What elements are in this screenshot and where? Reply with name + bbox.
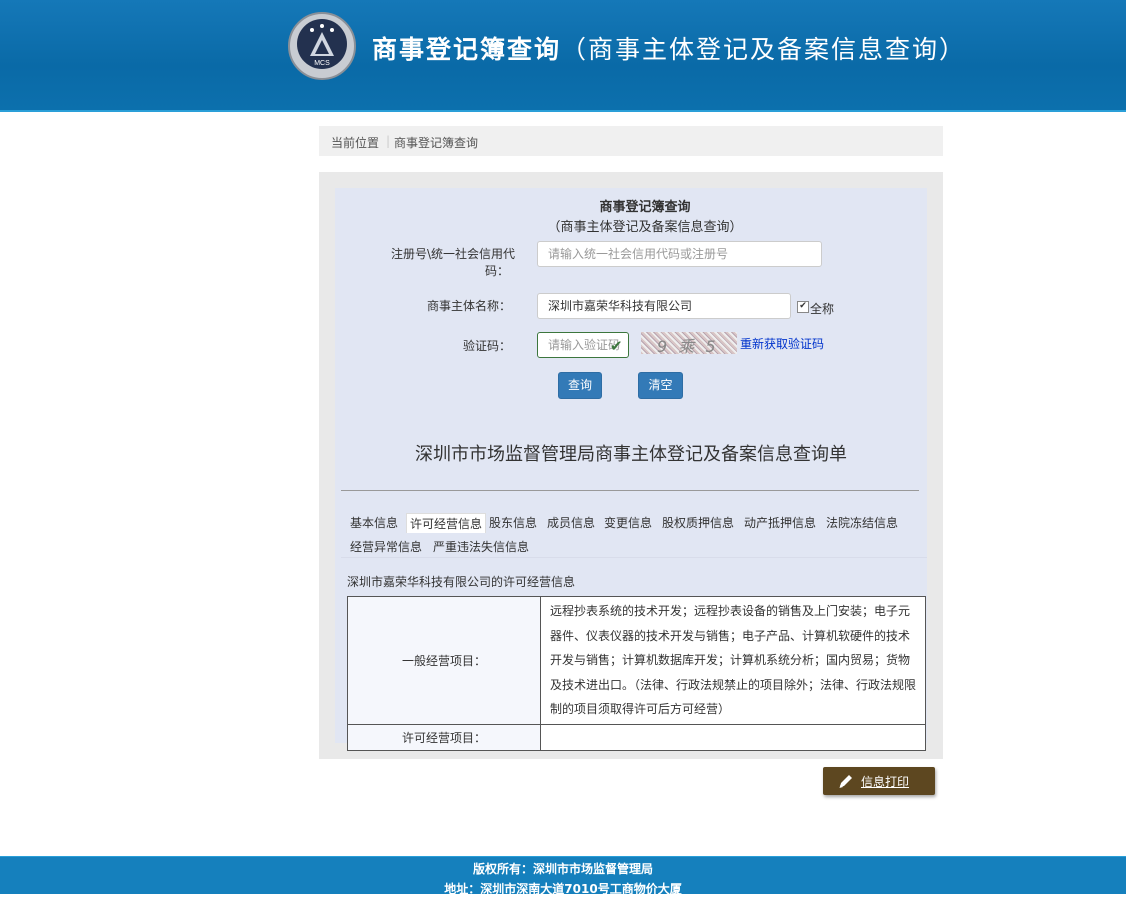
form-subtitle: （商事主体登记及备案信息查询）: [547, 220, 743, 235]
query-button[interactable]: 查询: [558, 372, 602, 399]
section-heading: 深圳市嘉荣华科技有限公司的许可经营信息: [347, 575, 576, 589]
footer-address: 地址：深圳市深南大道7010号工商物价大厦: [444, 882, 682, 896]
name-label: 商事主体名称：: [426, 299, 511, 313]
check-valid-icon: ✔: [610, 337, 623, 355]
pencil-icon: [839, 775, 852, 788]
site-header: MCS 商事登记簿查询（商事主体登记及备案信息查询）: [0, 0, 1126, 112]
tab-member-info[interactable]: 成员信息: [547, 514, 595, 531]
logo-emblem-icon: MCS: [288, 12, 356, 80]
site-title-main: 商事登记簿查询: [372, 35, 562, 64]
breadcrumb-label: 当前位置: [331, 136, 380, 150]
general-scope-value: 远程抄表系统的技术开发；远程抄表设备的销售及上门安装；电子元器件、仪表仪器的技术…: [540, 596, 926, 725]
regno-label: 注册号\统一社会信用代 码：: [390, 247, 515, 278]
tab-equity-pledge-info[interactable]: 股权质押信息: [662, 514, 734, 531]
site-title-sub: （商事主体登记及备案信息查询）: [561, 35, 967, 64]
licensed-scope-label: 许可经营项目：: [347, 723, 541, 751]
tab-underline: [341, 557, 927, 558]
company-name-input[interactable]: 深圳市嘉荣华科技有限公司: [537, 293, 791, 319]
general-scope-label: 一般经营项目：: [347, 596, 541, 725]
breadcrumb: 当前位置 | 商事登记簿查询: [319, 126, 943, 156]
captcha-image[interactable]: 9 乘 5 = ?: [641, 332, 737, 354]
tab-serious-violation-info[interactable]: 严重违法失信信息: [433, 538, 529, 555]
captcha-label: 验证码：: [462, 339, 511, 353]
tab-chattel-mortgage-info[interactable]: 动产抵押信息: [744, 514, 816, 531]
refresh-captcha-link[interactable]: 重新获取验证码: [740, 335, 824, 352]
site-footer: 版权所有：深圳市市场监督管理局 地址：深圳市深南大道7010号工商物价大厦: [0, 856, 1126, 896]
breadcrumb-current[interactable]: 商事登记簿查询: [394, 134, 478, 151]
tab-license-info[interactable]: 许可经营信息: [406, 513, 487, 533]
report-title: 深圳市市场监督管理局商事主体登记及备案信息查询单: [415, 444, 847, 465]
regno-input[interactable]: 请输入统一社会信用代码或注册号: [537, 241, 822, 267]
tab-abnormal-operation-info[interactable]: 经营异常信息: [350, 538, 422, 555]
fullname-checkbox[interactable]: ✔: [797, 301, 809, 313]
table-row: 一般经营项目： 远程抄表系统的技术开发；远程抄表设备的销售及上门安装；电子元器件…: [347, 596, 926, 725]
svg-text:MCS: MCS: [314, 60, 330, 67]
licensed-scope-value: [540, 723, 926, 751]
license-table: 一般经营项目： 远程抄表系统的技术开发；远程抄表设备的销售及上门安装；电子元器件…: [347, 596, 926, 751]
tab-shareholder-info[interactable]: 股东信息: [489, 514, 537, 531]
tab-basic-info[interactable]: 基本信息: [350, 514, 398, 531]
print-info-button[interactable]: 信息打印: [823, 767, 935, 795]
table-row: 许可经营项目：: [347, 723, 926, 751]
fullname-label: 全称: [810, 302, 835, 316]
footer-copyright: 版权所有：深圳市市场监督管理局: [472, 862, 653, 876]
clear-button[interactable]: 清空: [638, 372, 683, 399]
divider: [341, 490, 919, 491]
tab-court-freeze-info[interactable]: 法院冻结信息: [826, 514, 898, 531]
site-title: 商事登记簿查询（商事主体登记及备案信息查询）: [372, 30, 966, 66]
breadcrumb-separator: |: [386, 134, 391, 148]
tab-change-info[interactable]: 变更信息: [604, 514, 652, 531]
form-title: 商事登记簿查询: [599, 200, 691, 215]
print-button-label: 信息打印: [861, 775, 910, 789]
